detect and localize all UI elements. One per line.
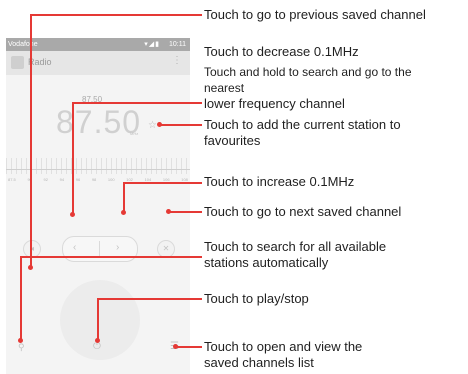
next-channel-icon: ✕ xyxy=(162,244,170,253)
tune-control: ‹ › xyxy=(62,236,138,262)
leader-decrease-dot xyxy=(70,212,75,217)
leader-play-v xyxy=(97,298,99,340)
carrier-label: Vodafone xyxy=(8,41,38,48)
frequency-scale[interactable] xyxy=(6,158,190,174)
scale-label: 92 xyxy=(43,177,48,182)
leader-next-dot xyxy=(166,209,171,214)
leader-increase-v xyxy=(123,182,125,212)
callout-list: Touch to open and view the saved channel… xyxy=(204,339,363,370)
search-icon[interactable]: ⚲ xyxy=(18,342,25,353)
leader-increase-h xyxy=(123,182,202,184)
callout-decrease-line3: lower frequency channel xyxy=(204,96,345,111)
app-bar: Radio ⋮ xyxy=(6,51,190,75)
scale-label: 94 xyxy=(59,177,65,182)
callout-previous: Touch to go to previous saved channel xyxy=(204,7,426,22)
frequency-unit: MHz xyxy=(130,131,139,136)
leader-search-h xyxy=(20,256,202,258)
leader-favourite-h xyxy=(159,124,202,126)
leader-search-v xyxy=(20,256,22,340)
leader-decrease-v xyxy=(72,102,74,214)
decrease-frequency-button[interactable]: ‹ xyxy=(73,242,76,253)
callout-search: Touch to search for all available statio… xyxy=(204,239,387,270)
leader-increase-dot xyxy=(121,210,126,215)
leader-previous-h xyxy=(30,14,202,16)
increase-frequency-button[interactable]: › xyxy=(116,242,119,253)
scale-label: 100 xyxy=(107,177,115,182)
scale-label: 87.5 xyxy=(8,177,16,182)
leader-list-dot xyxy=(173,344,178,349)
radio-app-icon xyxy=(11,56,24,69)
scale-label: 96 xyxy=(75,177,81,182)
leader-search-dot xyxy=(18,338,23,343)
leader-play-dot xyxy=(95,338,100,343)
signal-icon: ▾◢▮ xyxy=(144,41,160,48)
leader-decrease-h xyxy=(72,102,202,104)
leader-next-h xyxy=(168,211,202,213)
leader-list-h xyxy=(175,346,202,348)
callout-increase: Touch to increase 0.1MHz xyxy=(204,174,355,189)
callout-decrease-line1: Touch to decrease 0.1MHz xyxy=(204,44,359,59)
callout-favourite: Touch to add the current station to favo… xyxy=(204,117,401,148)
overflow-menu-icon[interactable]: ⋮ xyxy=(172,55,182,66)
clock-label: 10:11 xyxy=(169,41,186,48)
scale-label: 98 xyxy=(91,177,97,182)
leader-previous-v xyxy=(30,14,32,267)
leader-favourite-dot xyxy=(157,122,162,127)
tune-divider xyxy=(99,241,100,257)
callout-play: Touch to play/stop xyxy=(204,291,309,306)
leader-previous-dot xyxy=(28,265,33,270)
scale-baseline xyxy=(6,169,190,170)
favourite-star-icon[interactable]: ☆ xyxy=(148,120,157,131)
leader-play-h xyxy=(97,298,202,300)
callout-next: Touch to go to next saved channel xyxy=(204,204,402,219)
callout-decrease-line2: Touch and hold to search and go to the n… xyxy=(204,65,412,95)
frequency-display: 87.50 xyxy=(56,104,142,140)
status-bar: Vodafone ▾◢▮ 10:11 xyxy=(6,38,190,51)
